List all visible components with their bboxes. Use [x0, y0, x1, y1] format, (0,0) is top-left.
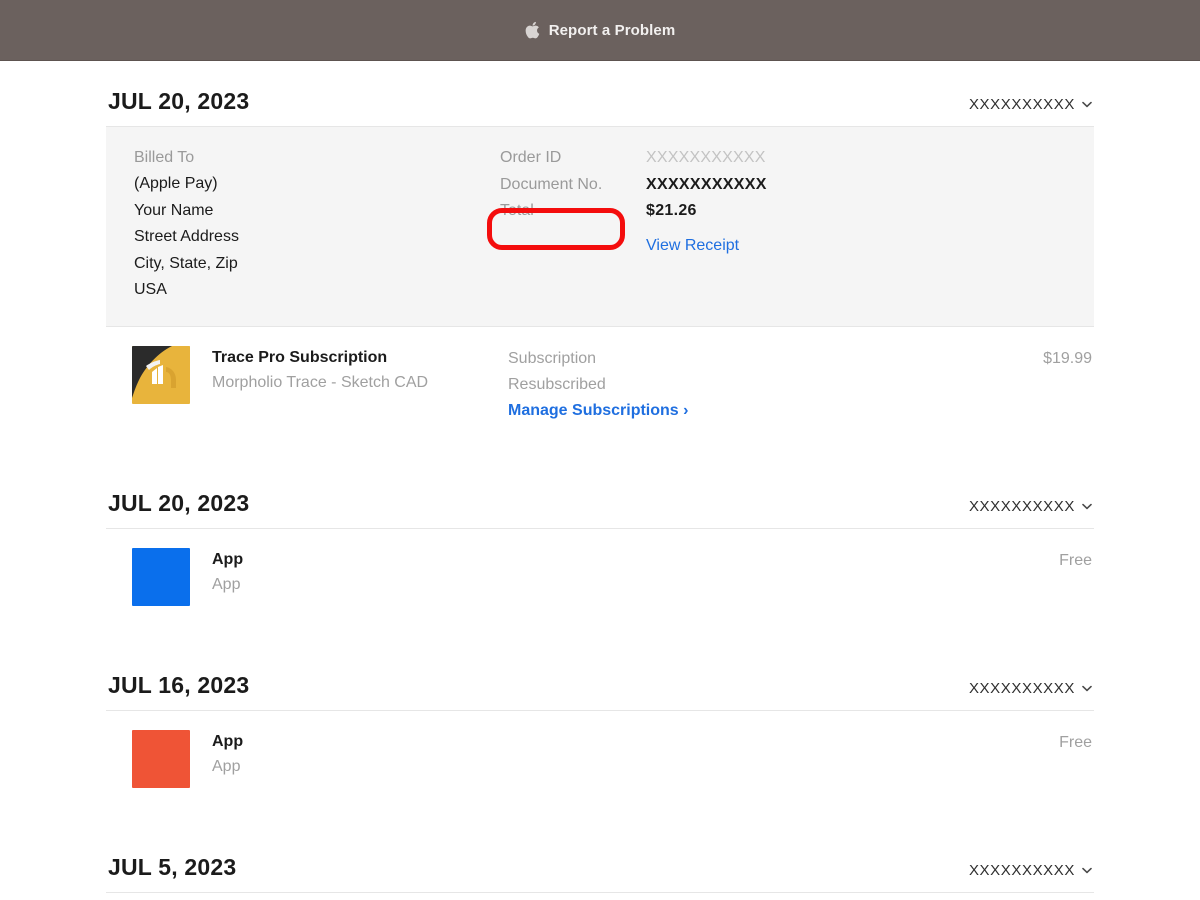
- item-text: App App: [212, 730, 508, 780]
- order-group-header: JUL 20, 2023 XXXXXXXXXX: [106, 490, 1094, 528]
- morpholio-trace-app-icon: [132, 345, 190, 404]
- chevron-down-icon: [1082, 101, 1092, 108]
- chevron-down-icon: [1082, 503, 1092, 509]
- order-group: JUL 20, 2023 XXXXXXXXXX Billed To (Apple…: [106, 88, 1094, 446]
- generic-app-icon: [132, 547, 190, 606]
- order-date: JUL 20, 2023: [108, 489, 250, 516]
- order-group: JUL 20, 2023 XXXXXXXXXX App App Free: [106, 490, 1094, 628]
- order-id-value: XXXXXXXXXXX: [646, 149, 766, 166]
- list-item[interactable]: Trace Pro Subscription Morpholio Trace -…: [106, 327, 1094, 446]
- item-subtitle: App: [212, 757, 241, 775]
- item-subtitle: Morpholio Trace - Sketch CAD: [212, 373, 429, 391]
- order-items: App App Free: [106, 891, 1094, 900]
- order-date: JUL 20, 2023: [108, 88, 250, 114]
- order-number-toggle[interactable]: XXXXXXXXXX: [969, 862, 1092, 879]
- document-no-value: XXXXXXXXXXX: [646, 175, 767, 193]
- order-date: JUL 5, 2023: [108, 853, 237, 880]
- view-receipt-row: View Receipt: [500, 225, 1094, 260]
- item-kind: Subscription: [508, 349, 597, 367]
- order-items: App App Free: [106, 709, 1094, 810]
- total-value: $21.26: [646, 202, 697, 219]
- report-a-problem-header: Report a Problem: [0, 0, 1200, 61]
- list-item[interactable]: App App Free: [106, 893, 1094, 900]
- order-group-header: JUL 20, 2023 XXXXXXXXXX: [106, 88, 1094, 126]
- total-row: Total $21.26: [500, 198, 1094, 225]
- billing-address-line: USA: [134, 281, 167, 298]
- total-label: Total: [500, 202, 534, 219]
- order-number-value: XXXXXXXXXX: [968, 96, 1075, 113]
- item-subtitle: App: [212, 575, 241, 593]
- order-group: JUL 16, 2023 XXXXXXXXXX App App Free: [106, 672, 1094, 810]
- order-number-toggle[interactable]: XXXXXXXXXX: [969, 96, 1092, 113]
- order-group-header: JUL 16, 2023 XXXXXXXXXX: [106, 672, 1094, 710]
- document-no-label: Document No.: [500, 175, 603, 193]
- billing-address-line: (Apple Pay): [134, 175, 218, 192]
- billing-address-line: Street Address: [134, 228, 239, 245]
- order-group: JUL 5, 2023 XXXXXXXXXX App App Free: [106, 854, 1094, 900]
- item-price: Free: [1059, 551, 1092, 569]
- document-no-row: Document No. XXXXXXXXXXX: [500, 172, 1094, 199]
- purchase-history-page: JUL 20, 2023 XXXXXXXXXX Billed To (Apple…: [0, 61, 1200, 900]
- item-text: Trace Pro Subscription Morpholio Trace -…: [212, 346, 508, 396]
- generic-app-icon: [132, 729, 190, 788]
- chevron-down-icon: [1082, 867, 1092, 873]
- order-meta-column: Order ID XXXXXXXXXXX Document No. XXXXXX…: [487, 145, 1094, 304]
- order-number-value: XXXXXXXXXX: [968, 497, 1075, 515]
- item-title: Trace Pro Subscription: [212, 348, 388, 366]
- order-number-toggle[interactable]: XXXXXXXXXX: [969, 498, 1092, 515]
- order-items: App App Free: [106, 527, 1094, 628]
- order-number-value: XXXXXXXXXX: [968, 861, 1075, 879]
- item-status: Resubscribed: [508, 375, 606, 393]
- manage-subscriptions-link[interactable]: Manage Subscriptions ›: [508, 398, 688, 424]
- item-title: App: [212, 732, 244, 750]
- billed-to-column: Billed To (Apple Pay) Your Name Street A…: [106, 145, 500, 304]
- view-receipt-link[interactable]: View Receipt: [646, 233, 739, 260]
- item-meta: Subscription Resubscribed Manage Subscri…: [508, 346, 982, 424]
- item-text: App App: [212, 548, 508, 598]
- order-list: JUL 20, 2023 XXXXXXXXXX Billed To (Apple…: [106, 61, 1094, 900]
- order-group-header: JUL 5, 2023 XXXXXXXXXX: [106, 854, 1094, 892]
- order-number-toggle[interactable]: XXXXXXXXXX: [969, 680, 1092, 697]
- billing-address-line: City, State, Zip: [134, 254, 238, 272]
- billing-details-panel: Billed To (Apple Pay) Your Name Street A…: [106, 126, 1094, 326]
- order-id-row: Order ID XXXXXXXXXXX: [500, 145, 1094, 172]
- order-id-label: Order ID: [500, 149, 562, 166]
- billing-address-line: Your Name: [134, 201, 214, 219]
- order-items: Trace Pro Subscription Morpholio Trace -…: [106, 325, 1094, 446]
- order-date: JUL 16, 2023: [108, 671, 250, 698]
- billed-to-label: Billed To: [134, 149, 195, 166]
- order-number-value: XXXXXXXXXX: [968, 679, 1075, 697]
- item-price: Free: [1059, 733, 1092, 751]
- header-title: Report a Problem: [548, 21, 676, 39]
- item-price: $19.99: [1043, 349, 1092, 367]
- apple-logo-icon: [525, 21, 539, 38]
- list-item[interactable]: App App Free: [106, 711, 1094, 810]
- item-title: App: [212, 550, 244, 568]
- list-item[interactable]: App App Free: [106, 529, 1094, 628]
- chevron-down-icon: [1082, 685, 1092, 691]
